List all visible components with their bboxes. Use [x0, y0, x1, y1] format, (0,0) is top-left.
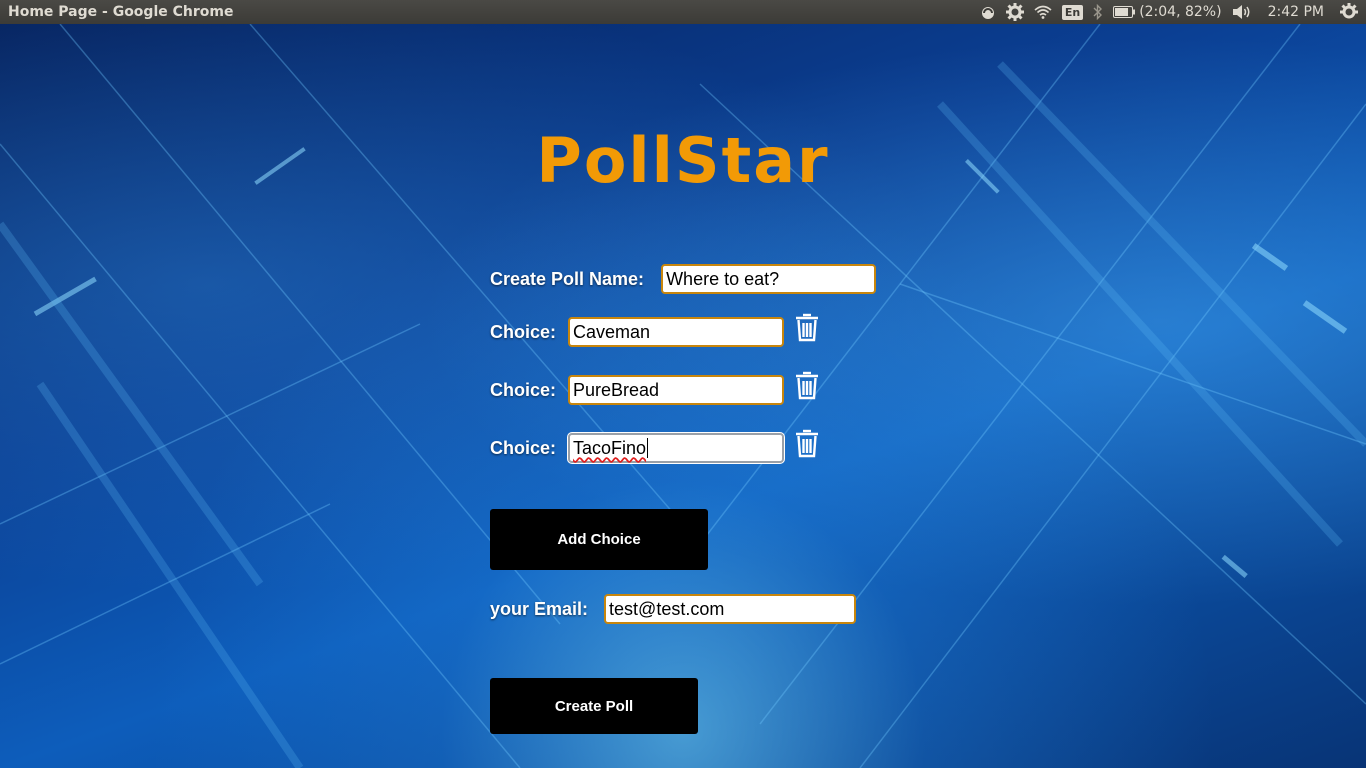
choice-value: TacoFino — [573, 437, 647, 458]
battery-status: (2:04, 82%) — [1139, 4, 1222, 20]
text-caret — [647, 438, 649, 458]
choice-value: PureBread — [573, 379, 660, 400]
poll-name-label: Create Poll Name: — [490, 268, 645, 289]
network-sync-icon[interactable] — [980, 0, 996, 24]
choice-input-focused[interactable]: TacoFino — [568, 433, 785, 463]
add-choice-button[interactable]: Add Choice — [490, 509, 708, 570]
choice-row: Choice: TacoFino — [490, 433, 785, 463]
choice-value: Caveman — [573, 321, 651, 342]
volume-icon[interactable] — [1232, 0, 1252, 24]
battery-indicator[interactable]: (2:04, 82%) — [1113, 0, 1222, 24]
system-top-bar: Home Page - Google Chrome En (2:04, 82%)… — [0, 0, 1366, 24]
system-tray: En (2:04, 82%) 2:42 PM — [970, 0, 1358, 24]
email-label: your Email: — [490, 598, 589, 619]
poll-name-row: Create Poll Name: Where to eat? — [490, 264, 877, 294]
window-title: Home Page - Google Chrome — [8, 4, 234, 20]
choice-input[interactable]: Caveman — [568, 317, 785, 347]
delete-choice-trash-icon[interactable] — [794, 370, 820, 400]
choice-row: Choice: PureBread — [490, 375, 785, 405]
email-input[interactable]: test@test.com — [604, 594, 857, 624]
page-content: PollStar Create Poll Name: Where to eat?… — [0, 24, 1366, 768]
delete-choice-trash-icon[interactable] — [794, 428, 820, 458]
bluetooth-icon[interactable] — [1093, 0, 1103, 24]
power-icon[interactable] — [1340, 0, 1358, 24]
email-row: your Email: test@test.com — [490, 594, 857, 624]
choice-label: Choice: — [490, 321, 557, 342]
settings-icon[interactable] — [1005, 0, 1024, 24]
clock[interactable]: 2:42 PM — [1268, 0, 1324, 24]
poll-name-value: Where to eat? — [666, 268, 780, 289]
email-value: test@test.com — [609, 598, 725, 619]
choice-input[interactable]: PureBread — [568, 375, 785, 405]
keyboard-layout-indicator[interactable]: En — [1061, 0, 1084, 24]
app-logo-text: PollStar — [536, 124, 830, 197]
choice-label: Choice: — [490, 437, 557, 458]
poll-name-input[interactable]: Where to eat? — [661, 264, 877, 294]
battery-icon — [1113, 6, 1136, 18]
choice-row: Choice: Caveman — [490, 317, 785, 347]
keyboard-layout-label: En — [1061, 4, 1084, 20]
create-poll-button[interactable]: Create Poll — [490, 678, 698, 734]
app-logo: PollStar — [0, 124, 1366, 197]
wifi-icon[interactable] — [1034, 0, 1052, 24]
choice-label: Choice: — [490, 379, 557, 400]
delete-choice-trash-icon[interactable] — [794, 312, 820, 342]
